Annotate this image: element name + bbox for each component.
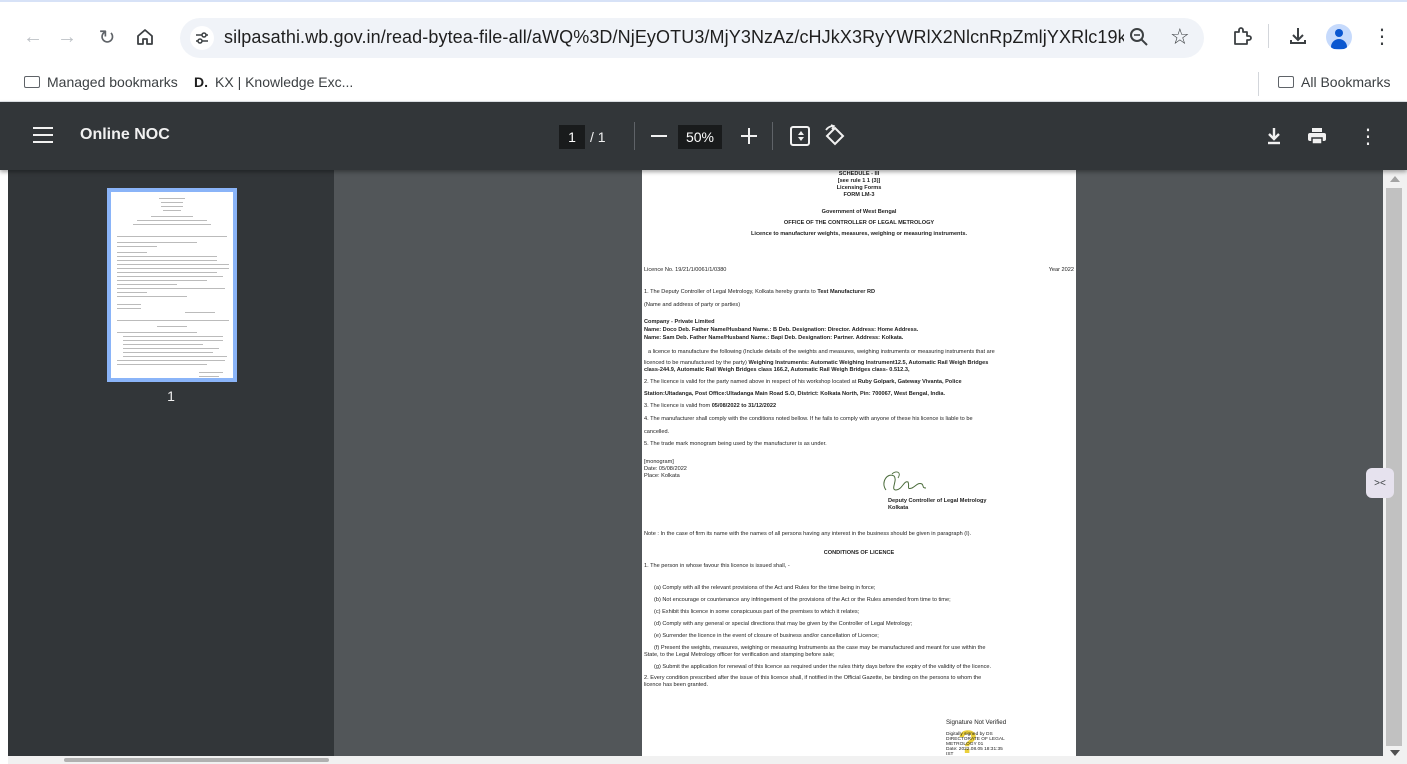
handwritten-signature — [883, 471, 927, 491]
condition-item: (a) Comply with all the relevant provisi… — [654, 585, 876, 591]
horizontal-scrollbar[interactable] — [8, 756, 1383, 764]
browser-toolbar: ← → ↻ silpasathi.wb.gov.in/read-bytea-fi… — [0, 0, 1407, 66]
doc-text: Station:Ultadanga, Post Office:Ultadanga… — [644, 391, 946, 397]
menu-icon[interactable] — [33, 127, 53, 143]
bookmark-kx[interactable]: D. KX | Knowledge Exc... — [194, 74, 353, 90]
all-bookmarks[interactable]: All Bookmarks — [1278, 74, 1390, 90]
doc-text: licence has been granted. — [644, 682, 709, 688]
site-settings-icon[interactable] — [190, 26, 214, 50]
forward-icon[interactable]: → — [54, 24, 80, 50]
doc-heading: FORM LM-3 — [843, 192, 875, 198]
vertical-scrollbar[interactable] — [1383, 170, 1407, 764]
pdf-toolbar: Online NOC 1 / 1 50% ⋮ — [0, 102, 1407, 170]
pdf-page: SCHEDULE - III [see rule 1 1 (3)] Licens… — [642, 170, 1076, 764]
home-icon[interactable] — [132, 24, 158, 50]
doc-text: cancelled. — [644, 429, 670, 435]
reload-icon[interactable]: ↻ — [94, 24, 120, 50]
fit-page-icon[interactable] — [790, 126, 810, 146]
print-icon[interactable] — [1305, 123, 1329, 149]
doc-text: Weighing Instruments: Automatic Weighing… — [748, 360, 989, 366]
back-icon[interactable]: ← — [20, 24, 46, 50]
doc-text: Ruby Golpark, Gateway Vivanta, Police — [857, 379, 962, 385]
address-bar[interactable]: silpasathi.wb.gov.in/read-bytea-file-all… — [180, 18, 1204, 58]
licence-year: Year 2022 — [1048, 267, 1074, 273]
star-icon[interactable]: ☆ — [1170, 24, 1190, 50]
url-text[interactable]: silpasathi.wb.gov.in/read-bytea-file-all… — [224, 27, 1124, 48]
doc-text: 05/08/2022 to 31/12/2022 — [711, 403, 777, 409]
managed-bookmarks[interactable]: Managed bookmarks — [24, 74, 178, 90]
bookmarks-bar: Managed bookmarks D. KX | Knowledge Exc.… — [0, 66, 1407, 102]
doc-heading: [see rule 1 1 (3)] — [837, 178, 881, 184]
scrollbar-thumb[interactable] — [1386, 188, 1402, 746]
profile-icon[interactable] — [1326, 24, 1352, 50]
doc-heading: Licence to manufacturer weights, measure… — [750, 231, 968, 237]
bookmark-label: KX | Knowledge Exc... — [215, 74, 354, 90]
doc-text: Date: 05/08/2022 — [644, 466, 687, 472]
rotate-icon[interactable] — [822, 124, 848, 150]
doc-text: Name: Doco Deb. Father Name/Husband Name… — [644, 327, 919, 333]
doc-text: 1. The Deputy Controller of Legal Metrol… — [644, 289, 816, 295]
bookmark-label: Managed bookmarks — [47, 74, 178, 90]
condition-item: State, to the Legal Metrology officer fo… — [644, 652, 835, 658]
zoom-out-button[interactable] — [648, 125, 670, 147]
page-total: / 1 — [590, 129, 606, 145]
condition-item: (e) Surrender the licence in the event o… — [654, 633, 879, 639]
condition-item: (b) Not encourage or countenance any inf… — [654, 597, 951, 603]
doc-text: 1. The person in whose favour this licen… — [644, 563, 790, 569]
condition-item: (g) Submit the application for renewal o… — [654, 664, 992, 670]
side-panel-icon[interactable]: >< — [1366, 468, 1394, 498]
document-area: SCHEDULE - III [see rule 1 1 (3)] Licens… — [334, 170, 1383, 764]
doc-text: Deputy Controller of Legal Metrology — [888, 498, 987, 504]
more-icon[interactable]: ⋮ — [1368, 22, 1396, 50]
download-icon[interactable] — [1284, 22, 1312, 50]
pdf-download-icon[interactable] — [1262, 123, 1286, 149]
doc-text: Note : In the case of firm its name with… — [644, 531, 972, 537]
doc-text: class-244.9, Automatic Rail Weigh Bridge… — [644, 367, 910, 373]
doc-text: a licence to manufacture the following (… — [648, 349, 995, 355]
doc-text: 2. The licence is valid for the party na… — [644, 379, 857, 385]
zoom-in-button[interactable] — [738, 125, 760, 147]
condition-item: (f) Present the weights, measures, weigh… — [654, 645, 986, 651]
doc-heading: OFFICE OF THE CONTROLLER OF LEGAL METROL… — [783, 220, 935, 226]
doc-text: [monogram] — [644, 459, 674, 465]
managed-folder-icon — [24, 76, 40, 88]
kx-favicon: D. — [194, 74, 208, 90]
doc-text: (Name and address of party or parties) — [644, 302, 741, 308]
document-title: Online NOC — [80, 126, 170, 143]
thumbnail-sidebar: 1 — [8, 170, 334, 764]
doc-text: Name: Sam Deb. Father Name/Husband Name.… — [644, 335, 904, 341]
bookmark-label: All Bookmarks — [1301, 74, 1391, 90]
doc-heading: CONDITIONS OF LICENCE — [823, 550, 895, 556]
doc-text: 4. The manufacturer shall comply with th… — [644, 416, 973, 422]
pdf-viewer: Online NOC 1 / 1 50% ⋮ 1 SCHEDULE - III … — [0, 102, 1407, 764]
doc-text: Place: Kolkata — [644, 473, 680, 479]
extensions-icon[interactable] — [1228, 22, 1256, 50]
doc-text: 5. The trade mark monogram being used by… — [644, 441, 827, 447]
doc-text: 3. The licence is valid from — [644, 403, 711, 409]
licence-number: Licence No. 19/21/1/0061/1/0380 — [644, 267, 727, 273]
page-thumbnail[interactable] — [107, 188, 237, 382]
zoom-input[interactable]: 50% — [678, 125, 722, 149]
signature-detail: Date: 2022.08.05 18:31:35 — [946, 747, 1003, 752]
doc-heading: Licensing Forms — [836, 185, 882, 191]
doc-text: licenced to be manufactured by the party… — [644, 360, 747, 366]
scroll-up-icon[interactable] — [1390, 176, 1400, 182]
scroll-down-icon[interactable] — [1390, 750, 1400, 756]
doc-heading: SCHEDULE - III — [838, 171, 880, 177]
doc-text: 2. Every condition prescribed after the … — [644, 675, 982, 681]
doc-text: Kolkata — [888, 505, 909, 511]
doc-text: Company - Private Limited — [644, 319, 715, 325]
page-number-input[interactable]: 1 — [559, 125, 585, 149]
folder-icon — [1278, 76, 1294, 88]
doc-text: Test Manufacturer RD — [817, 289, 876, 295]
zoom-icon[interactable] — [1128, 26, 1150, 54]
condition-item: (d) Comply with any general or special d… — [654, 621, 913, 627]
thumbnail-page-number: 1 — [167, 388, 175, 404]
condition-item: (c) Exhibit this licence in some conspic… — [654, 609, 860, 615]
scrollbar-thumb[interactable] — [64, 758, 329, 762]
doc-heading: Government of West Bengal — [821, 209, 897, 215]
pdf-more-icon[interactable]: ⋮ — [1356, 123, 1380, 149]
